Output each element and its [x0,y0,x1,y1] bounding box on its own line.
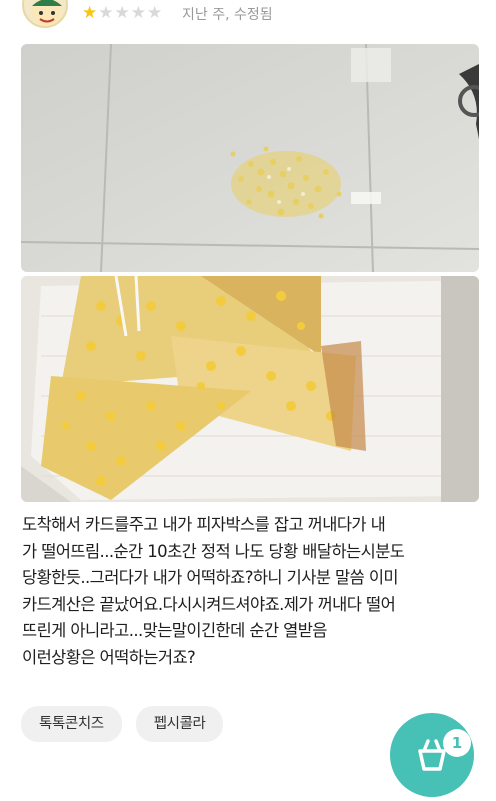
cart-count-badge: 1 [443,729,471,757]
review-line: 도착해서 카드를주고 내가 피자박스를 잡고 꺼내다가 내 [22,515,386,534]
star-empty-icon: ★ [98,3,114,23]
review-header: ★ ★ ★ ★ ★ 지난 주, 수정됨 [0,0,496,30]
ordered-menu-tags: 톡톡콘치즈 펩시콜라 [21,706,224,742]
review-body: 도착해서 카드를주고 내가 피자박스를 잡고 꺼내다가 내 가 떨어뜨림...순… [22,512,482,671]
review-meta-time: 지난 주, 수정됨 [182,7,273,23]
review-line: 당황한듯..그러다가 내가 어떡하죠?하니 기사분 말씀 이미 [22,568,399,587]
star-empty-icon: ★ [130,3,146,23]
review-line: 카드계산은 끝났어요.다시시켜드셔야죠.제가 꺼내다 떨어 [22,594,396,614]
review-line: 이런상황은 어떡하는거죠? [22,647,196,667]
review-photo-floor[interactable] [21,44,479,272]
rating-stars: ★ ★ ★ ★ ★ [82,3,162,23]
review-line: 가 떨어뜨림...순간 10초간 정적 나도 당황 배달하는시분도 [22,541,405,561]
review-photo-pizza[interactable] [21,276,479,502]
avatar[interactable] [22,0,68,28]
menu-tag[interactable]: 펩시콜라 [135,706,224,742]
star-empty-icon: ★ [147,3,163,23]
menu-tag[interactable]: 톡톡콘치즈 [21,706,122,742]
star-empty-icon: ★ [114,3,130,23]
star-filled-icon: ★ [82,3,98,23]
review-line: 뜨린게 아니라고...맞는말이긴한데 순간 열받음 [22,621,327,640]
